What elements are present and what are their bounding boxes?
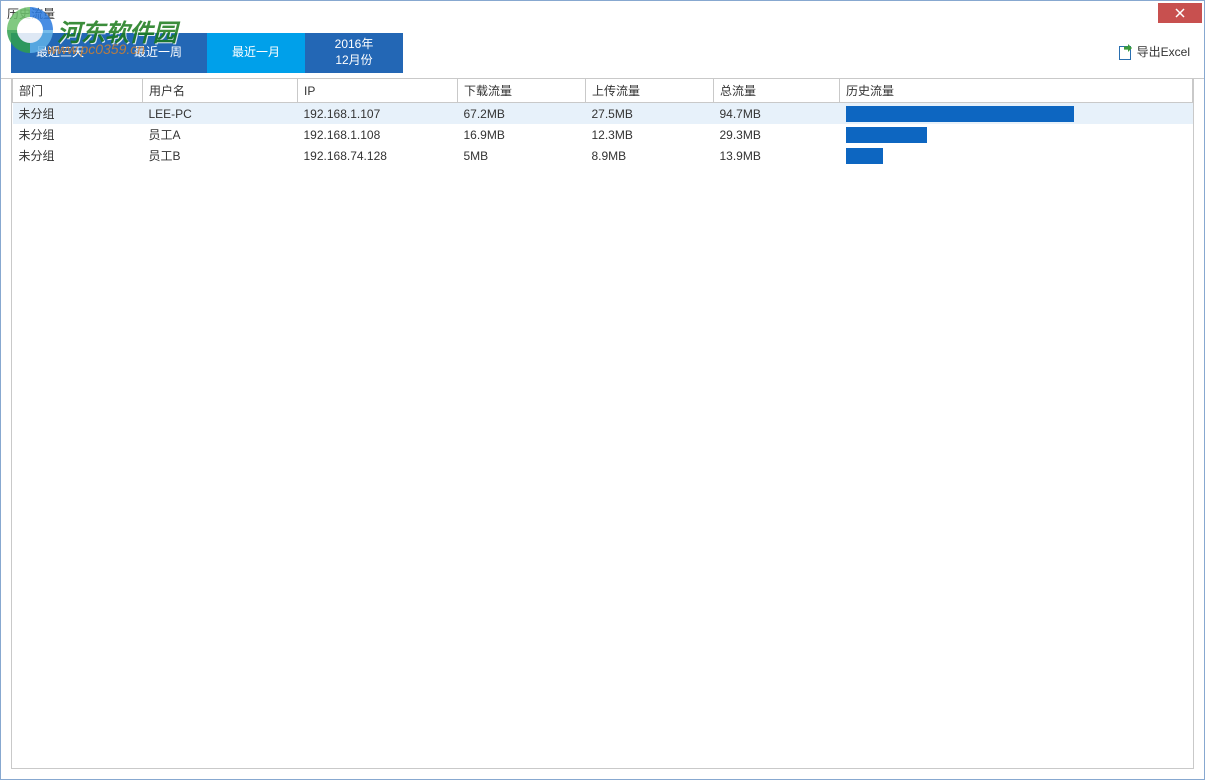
tab-last-month[interactable]: 最近一月 [207,33,305,73]
close-icon [1175,8,1185,18]
cell-user: LEE-PC [143,103,298,125]
titlebar: 历史流量 [1,1,1204,25]
tab-label: 最近一周 [134,45,182,61]
col-header-download[interactable]: 下载流量 [458,79,586,103]
col-header-ip[interactable]: IP [298,79,458,103]
col-header-username[interactable]: 用户名 [143,79,298,103]
traffic-bar [846,106,1074,122]
cell-dept: 未分组 [13,124,143,145]
time-range-tabs: 最近三天 最近一周 最近一月 2016年 12月份 [1,25,403,78]
export-label: 导出Excel [1137,43,1190,60]
traffic-bar [846,148,884,164]
tab-label: 2016年 12月份 [335,37,374,68]
export-excel-button[interactable]: 导出Excel [1117,25,1204,78]
traffic-table: 部门 用户名 IP 下载流量 上传流量 总流量 历史流量 未分组 LEE-PC … [12,79,1193,166]
cell-history-bar [840,124,1193,145]
cell-upload: 8.9MB [586,145,714,166]
col-header-history[interactable]: 历史流量 [840,79,1193,103]
export-icon [1117,44,1133,60]
close-button[interactable] [1158,3,1202,23]
cell-total: 29.3MB [714,124,840,145]
tab-last-3-days[interactable]: 最近三天 [11,33,109,73]
traffic-bar [846,127,928,143]
cell-upload: 12.3MB [586,124,714,145]
table-container: 部门 用户名 IP 下载流量 上传流量 总流量 历史流量 未分组 LEE-PC … [11,79,1194,769]
cell-history-bar [840,103,1193,125]
table-row[interactable]: 未分组 员工B 192.168.74.128 5MB 8.9MB 13.9MB [13,145,1193,166]
tab-label: 最近三天 [36,45,84,61]
col-header-upload[interactable]: 上传流量 [586,79,714,103]
toolbar: 最近三天 最近一周 最近一月 2016年 12月份 导出Excel [1,25,1204,79]
col-header-department[interactable]: 部门 [13,79,143,103]
table-header-row: 部门 用户名 IP 下载流量 上传流量 总流量 历史流量 [13,79,1193,103]
tab-last-week[interactable]: 最近一周 [109,33,207,73]
table-row[interactable]: 未分组 LEE-PC 192.168.1.107 67.2MB 27.5MB 9… [13,103,1193,125]
table-row[interactable]: 未分组 员工A 192.168.1.108 16.9MB 12.3MB 29.3… [13,124,1193,145]
cell-total: 13.9MB [714,145,840,166]
cell-upload: 27.5MB [586,103,714,125]
tab-label: 最近一月 [232,45,280,61]
cell-total: 94.7MB [714,103,840,125]
cell-dept: 未分组 [13,145,143,166]
cell-ip: 192.168.1.108 [298,124,458,145]
cell-download: 67.2MB [458,103,586,125]
cell-download: 16.9MB [458,124,586,145]
cell-user: 员工A [143,124,298,145]
window-title: 历史流量 [7,5,55,22]
col-header-total[interactable]: 总流量 [714,79,840,103]
cell-dept: 未分组 [13,103,143,125]
cell-user: 员工B [143,145,298,166]
cell-download: 5MB [458,145,586,166]
cell-history-bar [840,145,1193,166]
cell-ip: 192.168.1.107 [298,103,458,125]
cell-ip: 192.168.74.128 [298,145,458,166]
tab-2016-12[interactable]: 2016年 12月份 [305,33,403,73]
